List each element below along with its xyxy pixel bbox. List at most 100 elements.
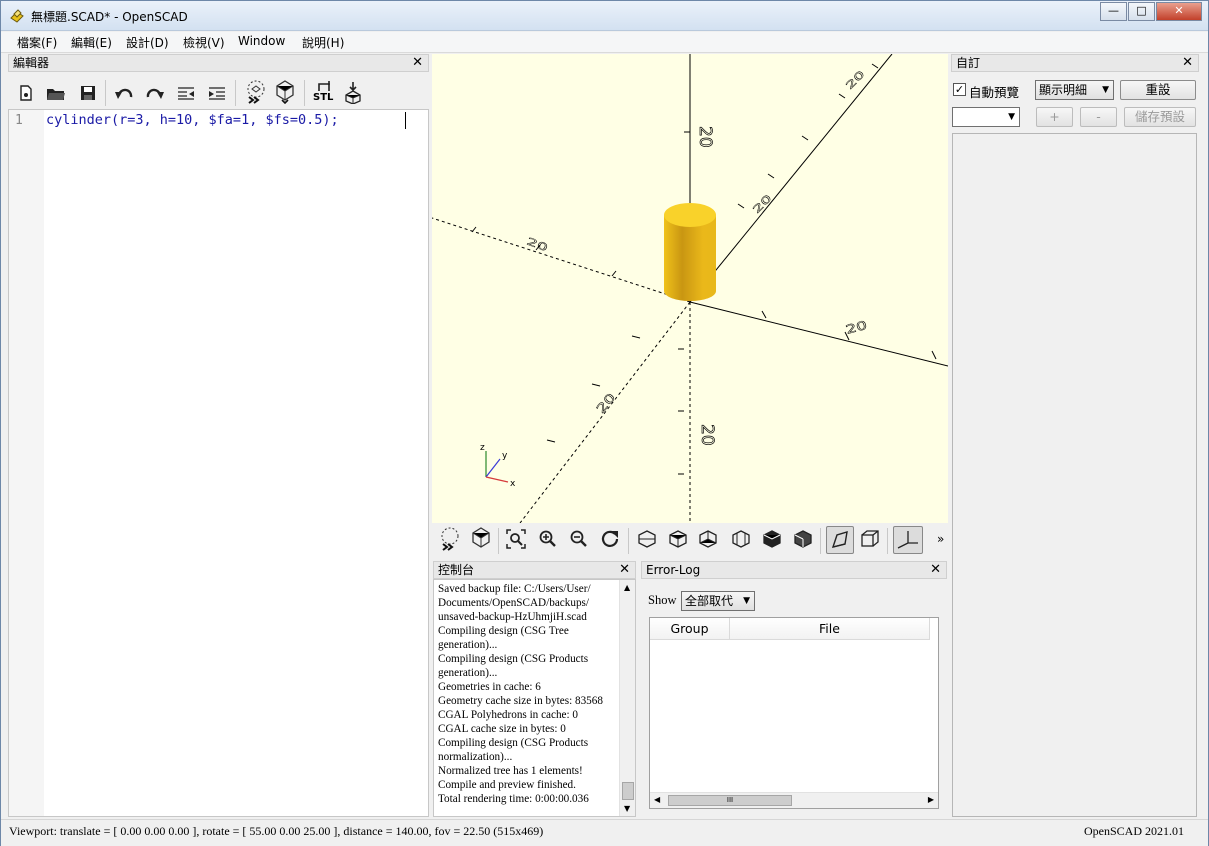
perspective-button[interactable]	[826, 526, 854, 554]
column-header-file[interactable]: File	[730, 618, 930, 640]
editor-toolbar: STL	[8, 77, 429, 109]
customizer-parameters	[952, 133, 1197, 817]
scroll-up-icon[interactable]: ▲	[624, 583, 630, 592]
3d-viewport[interactable]: 20 20 20 20 20 20 20 z y x	[432, 54, 948, 523]
error-table[interactable]: Group File ◀ III ▶	[649, 617, 939, 809]
menu-view[interactable]: 檢視(V)	[180, 34, 228, 51]
close-editor-icon[interactable]: ✕	[412, 55, 423, 71]
view-front-button[interactable]	[760, 527, 784, 551]
view-bottom-button[interactable]	[696, 527, 720, 551]
error-table-hscroll[interactable]: ◀ III ▶	[650, 792, 938, 808]
cylinder-model[interactable]	[664, 203, 716, 301]
render-button[interactable]	[273, 80, 297, 104]
console-line: Compiling design (CSG Products	[438, 737, 589, 749]
reset-view-button[interactable]	[598, 527, 622, 551]
reset-button[interactable]: 重設	[1120, 80, 1196, 100]
console-line: Total rendering time: 0:00:00.036	[438, 793, 589, 805]
console-scrollbar[interactable]: ▲ ▼	[619, 580, 635, 816]
view-right-button[interactable]	[635, 527, 659, 551]
export-3d-icon	[345, 82, 361, 104]
hscroll-thumb[interactable]: III	[668, 795, 792, 806]
view-back-button[interactable]	[791, 527, 815, 551]
view-right-icon	[638, 530, 656, 548]
viewport-canvas[interactable]: 20 20 20 20 20 20 20 z y x	[432, 54, 948, 523]
scroll-down-icon[interactable]: ▼	[624, 804, 630, 813]
console-dock-title: 控制台 ✕	[433, 561, 636, 579]
close-console-icon[interactable]: ✕	[619, 562, 630, 578]
orthogonal-icon	[861, 530, 879, 547]
undo-button[interactable]	[112, 81, 136, 105]
maximize-button[interactable]: □	[1128, 2, 1155, 21]
viewport-status: Viewport: translate = [ 0.00 0.00 0.00 ]…	[9, 824, 544, 838]
close-customizer-icon[interactable]: ✕	[1182, 55, 1193, 71]
view-preview-button[interactable]	[438, 527, 462, 551]
preset-select[interactable]: ▼	[952, 107, 1020, 127]
indent-button[interactable]	[205, 81, 229, 105]
toolbar-overflow-icon[interactable]: »	[937, 532, 944, 546]
error-log-dock-title: Error-Log ✕	[641, 561, 947, 579]
add-preset-button[interactable]: +	[1036, 107, 1073, 127]
console-line: Compiling design (CSG Products	[438, 653, 589, 665]
title-bar[interactable]: 無標題.SCAD* - OpenSCAD — □ ✕	[1, 1, 1208, 31]
preview-icon	[441, 527, 459, 551]
toolbar-separator	[105, 80, 106, 106]
new-file-button[interactable]	[14, 81, 38, 105]
auto-preview-checkbox[interactable]: ✓	[953, 83, 966, 96]
remove-preset-button[interactable]: -	[1080, 107, 1117, 127]
column-header-group[interactable]: Group	[650, 618, 730, 640]
zoom-in-icon	[539, 530, 556, 547]
orthogonal-button[interactable]	[858, 527, 882, 551]
menu-window[interactable]: Window	[235, 34, 288, 48]
gizmo-label: y	[502, 451, 508, 461]
console-line: generation)...	[438, 667, 498, 679]
perspective-icon	[831, 531, 848, 548]
error-log-panel: Show 全部取代 ▼ Group File ◀ III ▶	[641, 579, 947, 817]
minimize-button[interactable]: —	[1100, 2, 1127, 21]
save-preset-button[interactable]: 儲存預設	[1124, 107, 1196, 127]
console-output[interactable]: Saved backup file: C:/Users/User/Documen…	[433, 579, 636, 817]
code-line[interactable]: cylinder(r=3, h=10, $fa=1, $fs=0.5);	[46, 112, 339, 128]
code-editor[interactable]: 1 cylinder(r=3, h=10, $fa=1, $fs=0.5);	[8, 109, 429, 817]
new-file-icon	[20, 85, 32, 101]
close-error-log-icon[interactable]: ✕	[930, 562, 941, 578]
console-line: unsaved-backup-HzUhmjiH.scad	[438, 611, 587, 623]
axis-label: 20	[844, 318, 868, 337]
unindent-button[interactable]	[174, 81, 198, 105]
show-label: Show	[648, 593, 677, 607]
redo-button[interactable]	[143, 81, 167, 105]
export-stl-button[interactable]: STL	[310, 80, 338, 104]
detail-select-value: 顯示明細	[1039, 83, 1088, 97]
console-line: CGAL Polyhedrons in cache: 0	[438, 709, 579, 721]
console-line: Geometry cache size in bytes: 83568	[438, 695, 603, 707]
view-left-button[interactable]	[729, 527, 753, 551]
customizer-dock-title: 自訂 ✕	[951, 54, 1199, 72]
axis-gizmo: z y x	[480, 443, 516, 489]
menu-file[interactable]: 檔案(F)	[14, 34, 60, 51]
zoom-in-button[interactable]	[536, 527, 560, 551]
unindent-icon	[178, 87, 194, 100]
save-file-button[interactable]	[76, 81, 100, 105]
export-3d-button[interactable]	[341, 80, 365, 104]
preview-icon	[247, 80, 265, 104]
detail-select[interactable]: 顯示明細 ▼	[1035, 80, 1114, 100]
customizer-panel: ✓ 自動預覽 顯示明細 ▼ 重設 ▼ + - 儲存預設	[951, 75, 1199, 819]
menu-help[interactable]: 說明(H)	[299, 34, 347, 51]
menu-design[interactable]: 設計(D)	[123, 34, 172, 51]
view-top-button[interactable]	[666, 527, 690, 551]
view-all-button[interactable]	[504, 527, 528, 551]
customizer-title: 自訂	[956, 56, 981, 70]
show-axes-button[interactable]	[893, 526, 923, 554]
render-icon	[276, 80, 294, 104]
x-axis-negative	[432, 217, 691, 303]
open-file-button[interactable]	[44, 81, 68, 105]
error-filter-select[interactable]: 全部取代 ▼	[681, 591, 755, 611]
preview-button[interactable]	[244, 80, 268, 104]
zoom-out-button[interactable]	[567, 527, 591, 551]
view-render-button[interactable]	[469, 527, 493, 551]
x-axis-positive	[689, 301, 948, 367]
scrollbar-thumb[interactable]	[622, 782, 634, 800]
menu-edit[interactable]: 編輯(E)	[68, 34, 115, 51]
close-window-button[interactable]: ✕	[1156, 2, 1202, 21]
scroll-left-icon[interactable]: ◀	[654, 795, 660, 804]
scroll-right-icon[interactable]: ▶	[928, 795, 934, 804]
